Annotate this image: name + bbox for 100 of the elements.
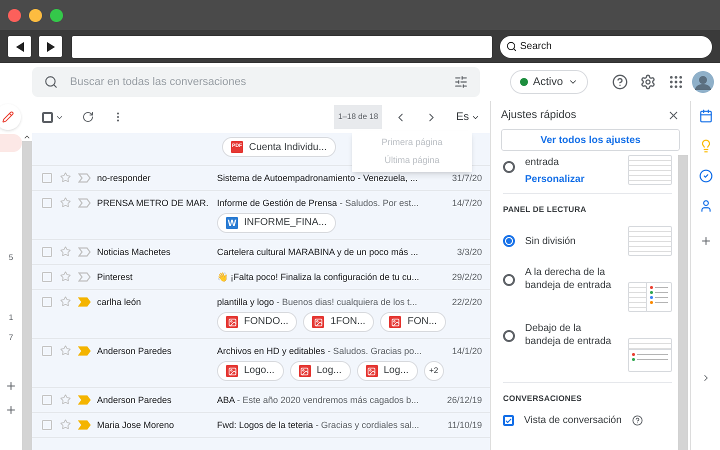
radio-button[interactable] — [503, 161, 515, 173]
mail-row[interactable]: Pinterest 👋 ¡Falta poco! Finaliza la configuración de tu cu... 29/2/20 — [32, 265, 490, 290]
attachment-chip[interactable]: 1FON... — [303, 312, 374, 332]
subject-text: Fwd: Logos de la teteria - Gracias y cordiales sal... — [217, 419, 420, 431]
close-icon[interactable] — [667, 108, 680, 122]
checkbox[interactable] — [42, 173, 52, 183]
mail-date: 3/3/20 — [456, 246, 482, 258]
forward-button[interactable] — [39, 36, 62, 57]
attachment-chip[interactable]: FONDO... — [217, 312, 298, 332]
mail-row[interactable]: PRENSA METRO DE MAR. Informe de Gestión de Prensa - Saludos. Por est... W INFORME_FINA... 14/7/20 — [32, 191, 490, 240]
mail-row[interactable]: Anderson Paredes Archivos en HD y editables - Saludos. Gracias po... Logo... Log... Log... +2 14/1/20 — [32, 339, 490, 388]
refresh-icon[interactable] — [82, 111, 94, 123]
compose-button[interactable] — [0, 104, 21, 130]
importance-marker-icon[interactable] — [78, 247, 91, 257]
checkbox[interactable] — [503, 415, 514, 426]
mail-row[interactable]: carlha león plantilla y logo - Buenos dias! cualquiera de los t... FONDO... 1FON... FON... 22/2/20 — [32, 290, 490, 339]
search-icon — [506, 41, 517, 52]
radio-button[interactable] — [503, 330, 515, 342]
checkbox[interactable] — [42, 297, 52, 307]
maximize-window-button[interactable] — [50, 8, 63, 22]
forward-icon — [46, 42, 54, 52]
apps-icon[interactable] — [668, 74, 684, 90]
checkbox[interactable] — [42, 346, 52, 356]
star-icon[interactable] — [60, 345, 71, 356]
sender-name: no-responder — [97, 172, 152, 184]
star-icon[interactable] — [60, 419, 71, 430]
attachment-chip[interactable]: Logo... — [217, 361, 284, 381]
layout-preview-icon — [628, 338, 672, 372]
attachment-chip[interactable]: W INFORME_FINA... — [217, 213, 336, 233]
importance-marker-icon[interactable] — [78, 346, 91, 356]
attachment-chip[interactable]: Log... — [356, 361, 418, 381]
star-icon[interactable] — [60, 172, 71, 183]
attachment-chip[interactable]: Log... — [290, 361, 351, 381]
star-icon[interactable] — [60, 246, 71, 257]
sender-name: PRENSA METRO DE MAR. — [97, 197, 210, 209]
option-label: entrada — [525, 156, 560, 170]
add-icon[interactable] — [700, 235, 712, 247]
customize-link[interactable]: Personalizar — [525, 172, 618, 187]
checkbox[interactable] — [42, 420, 52, 430]
panel-scrollbar[interactable] — [678, 155, 688, 450]
mail-row[interactable]: Anderson Paredes ABA - Este año 2020 vendremos más cagados b... 26/12/19 — [32, 388, 490, 413]
back-button[interactable] — [8, 36, 31, 57]
option-label: Debajo de la bandeja de entrada — [525, 322, 612, 348]
tasks-icon[interactable] — [698, 169, 712, 183]
add-icon[interactable] — [5, 380, 17, 392]
help-icon[interactable] — [612, 74, 628, 90]
image-icon — [366, 365, 378, 377]
star-icon[interactable] — [60, 271, 71, 282]
checkbox[interactable] — [42, 272, 52, 282]
input-tools-button[interactable]: Es — [456, 108, 480, 126]
star-icon[interactable] — [60, 394, 71, 405]
mail-search-bar[interactable]: Buscar en todas las conversaciones — [32, 67, 480, 97]
importance-marker-icon[interactable] — [78, 420, 91, 430]
subject-text: Informe de Gestión de Prensa - Saludos. Por est... — [217, 197, 419, 209]
search-input[interactable]: Buscar en todas las conversaciones — [70, 74, 442, 90]
help-icon[interactable] — [632, 415, 643, 426]
unread-count: 7 — [8, 332, 14, 344]
all-settings-button[interactable]: Ver todos los ajustes — [501, 129, 680, 151]
star-icon[interactable] — [60, 296, 71, 307]
radio-button[interactable] — [503, 235, 515, 247]
scroll-up-icon[interactable] — [22, 133, 32, 141]
status-button[interactable]: Activo — [510, 70, 588, 94]
scrollbar[interactable] — [22, 133, 32, 450]
settings-icon[interactable] — [640, 74, 656, 90]
check-icon — [505, 416, 512, 424]
search-icon — [44, 75, 58, 89]
option-label: Sin división — [525, 234, 577, 248]
checkbox[interactable] — [42, 247, 52, 257]
contacts-icon[interactable] — [698, 199, 712, 213]
checkbox[interactable] — [42, 395, 52, 405]
select-all-checkbox[interactable] — [42, 112, 53, 122]
mail-row[interactable]: Maria Jose Moreno Fwd: Logos de la teteria - Gracias y cordiales sal... 11/10/19 — [32, 413, 490, 438]
filter-options-icon[interactable] — [454, 75, 468, 89]
radio-button[interactable] — [503, 274, 515, 286]
mail-row[interactable]: Noticias Machetes Cartelera cultural MARABINA y de un poco más ... 3/3/20 — [32, 240, 490, 265]
star-icon[interactable] — [60, 197, 71, 208]
checkbox[interactable] — [42, 198, 52, 208]
importance-marker-icon[interactable] — [78, 297, 91, 307]
importance-marker-icon[interactable] — [78, 395, 91, 405]
attachment-chip[interactable]: FON... — [380, 312, 446, 332]
sender-name: Anderson Paredes — [97, 345, 173, 357]
image-icon — [389, 316, 402, 328]
importance-marker-icon[interactable] — [78, 272, 91, 282]
subject-text: 👋 ¡Falta poco! Finaliza la configuración de tu cu... — [217, 271, 420, 283]
subject-text: plantilla y logo - Buenos dias! cualquiera de los t... — [217, 296, 418, 308]
add-icon[interactable] — [5, 404, 17, 416]
address-field[interactable] — [72, 36, 492, 58]
more-attachments-chip[interactable]: +2 — [424, 361, 444, 381]
browser-search-field[interactable]: Search — [500, 36, 712, 58]
importance-marker-icon[interactable] — [78, 198, 91, 208]
close-window-button[interactable] — [8, 8, 21, 22]
subject-text: Sistema de Autoempadronamiento - Venezuela, ... — [217, 172, 418, 184]
minimize-window-button[interactable] — [29, 8, 42, 22]
importance-marker-icon[interactable] — [78, 173, 91, 183]
back-icon — [16, 42, 24, 52]
avatar[interactable] — [692, 71, 714, 93]
layout-preview-icon — [628, 282, 672, 312]
calendar-icon[interactable] — [698, 109, 712, 123]
pager-button[interactable]: 1–18 de 18 — [334, 105, 382, 129]
subject-text: Cartelera cultural MARABINA y de un poco más ... — [217, 246, 418, 258]
